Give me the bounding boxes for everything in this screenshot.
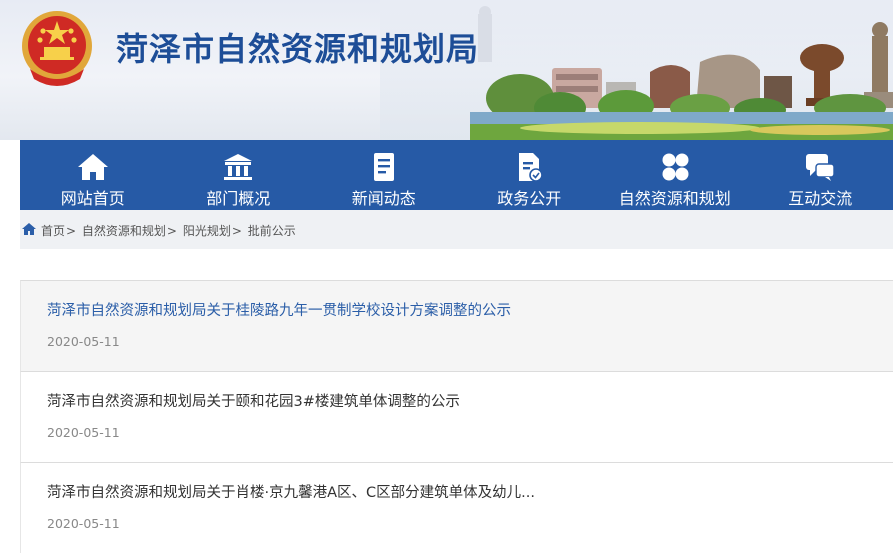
notice-list: 菏泽市自然资源和规划局关于桂陵路九年一贯制学校设计方案调整的公示 2020-05… [20,280,893,553]
header-banner: 菏泽市自然资源和规划局 [0,0,893,140]
document-icon [373,153,394,181]
home-icon [22,223,36,235]
site-title: 菏泽市自然资源和规划局 [116,30,480,68]
nav-item-natural-resources[interactable]: 自然资源和规划 [602,140,748,210]
building-icon [224,154,253,180]
breadcrumb-separator: > [231,224,242,238]
breadcrumb: 首页> 自然资源和规划> 阳光规划> 批前公示 [20,210,893,249]
grid-icon [662,153,689,181]
nav-item-department[interactable]: 部门概况 [166,140,312,210]
list-item[interactable]: 菏泽市自然资源和规划局关于桂陵路九年一贯制学校设计方案调整的公示 2020-05… [20,280,893,371]
list-item[interactable]: 菏泽市自然资源和规划局关于颐和花园3#楼建筑单体调整的公示 2020-05-11 [20,371,893,462]
list-item-title[interactable]: 菏泽市自然资源和规划局关于桂陵路九年一贯制学校设计方案调整的公示 [47,299,511,320]
list-item-date: 2020-05-11 [47,516,120,531]
breadcrumb-sunshine-planning[interactable]: 阳光规划 [183,224,231,238]
nav-item-label: 网站首页 [60,189,125,208]
breadcrumb-separator: > [66,224,77,238]
nav-item-label: 新闻动态 [351,189,416,208]
list-item-title[interactable]: 菏泽市自然资源和规划局关于颐和花园3#楼建筑单体调整的公示 [47,390,460,411]
list-item-date: 2020-05-11 [47,425,120,440]
nav-item-label: 部门概况 [206,189,271,208]
file-check-icon [519,153,544,182]
breadcrumb-natural-resources[interactable]: 自然资源和规划 [82,224,166,238]
nav-item-interaction[interactable]: 互动交流 [748,140,893,210]
breadcrumb-home[interactable]: 首页 [41,224,65,238]
nav-item-label: 互动交流 [788,189,853,208]
list-item-date: 2020-05-11 [47,334,120,349]
national-emblem-logo [22,11,92,86]
nav-item-label: 政务公开 [497,189,562,208]
breadcrumb-pre-approval[interactable]: 批前公示 [248,224,296,238]
list-item-title[interactable]: 菏泽市自然资源和规划局关于肖楼·京九馨港A区、C区部分建筑单体及幼儿... [47,481,535,502]
list-item[interactable]: 菏泽市自然资源和规划局关于肖楼·京九馨港A区、C区部分建筑单体及幼儿... 20… [20,462,893,553]
city-scenery-image [380,0,893,140]
nav-item-news[interactable]: 新闻动态 [311,140,457,210]
nav-item-public-affairs[interactable]: 政务公开 [457,140,603,210]
nav-item-home[interactable]: 网站首页 [20,140,166,210]
main-nav: 网站首页 部门概况 新闻动态 政务公开 自然资源和规划 互动交流 [20,140,893,210]
home-icon [77,154,108,180]
nav-item-label: 自然资源和规划 [618,189,731,208]
chat-icon [806,154,835,181]
breadcrumb-separator: > [166,224,177,238]
